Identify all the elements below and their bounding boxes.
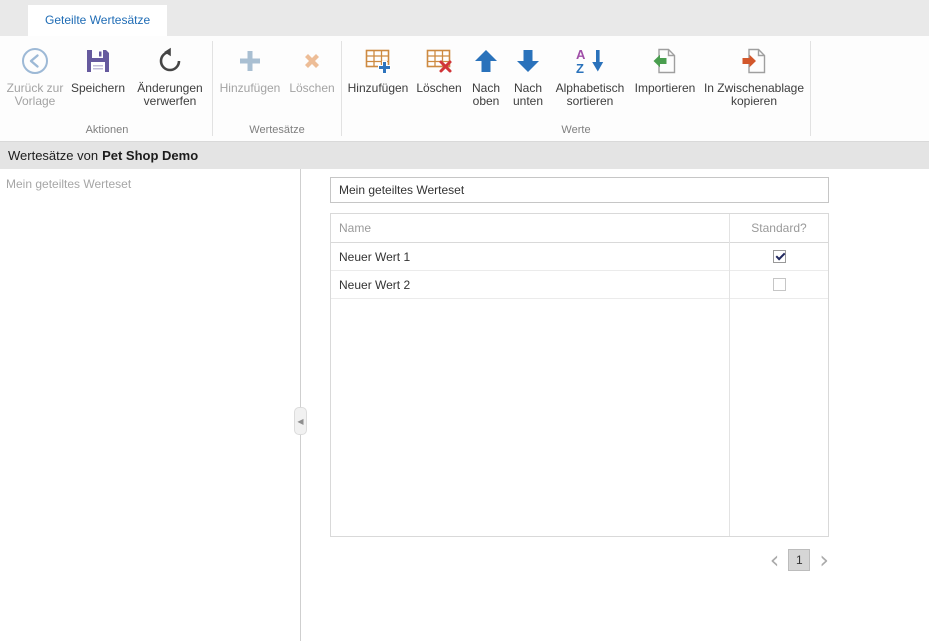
button-label: Alphabetisch sortieren <box>550 82 630 108</box>
ribbon-group-aktionen: Zurück zur Vorlage Speichern <box>4 36 210 141</box>
save-button[interactable]: Speichern <box>66 39 130 95</box>
button-label: Nach unten <box>506 82 550 108</box>
current-page-button[interactable]: 1 <box>788 549 810 571</box>
ribbon-group-werte: Hinzufügen Löschen <box>344 36 808 141</box>
cell-value-name: Neuer Wert 1 <box>331 250 730 264</box>
header-prefix: Wertesätze von <box>8 148 98 163</box>
collapse-left-icon: ◀ <box>297 417 303 426</box>
delete-x-icon <box>296 45 328 77</box>
panel-collapse-handle[interactable]: ◀ <box>294 407 307 435</box>
plus-icon <box>234 45 266 77</box>
ribbon-group-label: Aktionen <box>4 122 210 141</box>
ribbon-group-label: Wertesätze <box>215 122 339 141</box>
column-header-name: Name <box>331 221 730 235</box>
content-area: Mein geteiltes Werteset ◀ Name Standard?… <box>0 169 929 641</box>
standard-checkbox[interactable] <box>773 278 786 291</box>
cell-value-name: Neuer Wert 2 <box>331 278 730 292</box>
button-label: Hinzufügen <box>220 82 281 95</box>
copy-to-clipboard-button[interactable]: In Zwischenablage kopieren <box>700 39 808 108</box>
valueset-detail-panel: Name Standard? Neuer Wert 1 Neuer Wert 2… <box>301 169 929 641</box>
button-label: Änderungen verwerfen <box>130 82 210 108</box>
back-circle-icon <box>19 45 51 77</box>
content-header: Wertesätze von Pet Shop Demo <box>0 142 929 169</box>
column-divider <box>729 214 730 536</box>
standard-checkbox[interactable] <box>773 250 786 263</box>
table-row[interactable]: Neuer Wert 1 <box>331 243 828 271</box>
valueset-list-panel: Mein geteiltes Werteset ◀ <box>0 169 301 641</box>
import-button[interactable]: Importieren <box>630 39 700 95</box>
ribbon-group-aktionen-buttons: Zurück zur Vorlage Speichern <box>4 36 210 122</box>
button-label: Löschen <box>289 82 334 95</box>
table-plus-icon <box>362 45 394 77</box>
pagination: ‹ 1 › <box>330 549 829 571</box>
cell-standard <box>730 278 828 291</box>
table-header-row: Name Standard? <box>331 214 828 243</box>
arrow-down-icon <box>512 45 544 77</box>
ribbon-group-wertesaetze-buttons: Hinzufügen Löschen <box>215 36 339 122</box>
sidebar-item-valueset[interactable]: Mein geteiltes Werteset <box>0 169 300 197</box>
button-label: Hinzufügen <box>348 82 409 95</box>
button-label: Speichern <box>71 82 125 95</box>
tab-strip: Geteilte Wertesätze <box>0 0 929 36</box>
sort-az-icon: A Z <box>574 45 606 77</box>
column-header-standard: Standard? <box>730 221 828 235</box>
table-row[interactable]: Neuer Wert 2 <box>331 271 828 299</box>
prev-page-icon[interactable]: ‹ <box>770 549 780 571</box>
discard-changes-button[interactable]: Änderungen verwerfen <box>130 39 210 108</box>
next-page-icon[interactable]: › <box>819 549 829 571</box>
header-title: Pet Shop Demo <box>102 148 198 163</box>
back-to-template-button[interactable]: Zurück zur Vorlage <box>4 39 66 108</box>
svg-text:Z: Z <box>576 61 584 76</box>
ribbon-group-wertesaetze: Hinzufügen Löschen Wertesätze <box>215 36 339 141</box>
group-separator <box>212 41 213 136</box>
group-separator <box>341 41 342 136</box>
cell-standard <box>730 250 828 263</box>
import-icon <box>649 45 681 77</box>
valueset-name-input[interactable] <box>330 177 829 203</box>
button-label: In Zwischenablage kopieren <box>700 82 808 108</box>
move-down-button[interactable]: Nach unten <box>506 39 550 108</box>
ribbon: Zurück zur Vorlage Speichern <box>0 36 929 142</box>
delete-value-button[interactable]: Löschen <box>412 39 466 95</box>
copy-to-clipboard-icon <box>738 45 770 77</box>
ribbon-group-label: Werte <box>344 122 808 141</box>
add-value-button[interactable]: Hinzufügen <box>344 39 412 95</box>
sort-alphabetically-button[interactable]: A Z Alphabetisch sortieren <box>550 39 630 108</box>
button-label: Zurück zur Vorlage <box>4 82 66 108</box>
values-table: Name Standard? Neuer Wert 1 Neuer Wert 2 <box>330 213 829 537</box>
button-label: Importieren <box>635 82 696 95</box>
tab-geteilte-wertesaetze[interactable]: Geteilte Wertesätze <box>28 5 167 36</box>
table-delete-icon <box>423 45 455 77</box>
button-label: Löschen <box>416 82 461 95</box>
delete-valueset-button[interactable]: Löschen <box>285 39 339 95</box>
add-valueset-button[interactable]: Hinzufügen <box>215 39 285 95</box>
button-label: Nach oben <box>466 82 506 108</box>
svg-text:A: A <box>576 47 586 62</box>
arrow-up-icon <box>470 45 502 77</box>
group-separator <box>810 41 811 136</box>
save-icon <box>82 45 114 77</box>
ribbon-group-werte-buttons: Hinzufügen Löschen <box>344 36 808 122</box>
undo-icon <box>154 45 186 77</box>
move-up-button[interactable]: Nach oben <box>466 39 506 108</box>
